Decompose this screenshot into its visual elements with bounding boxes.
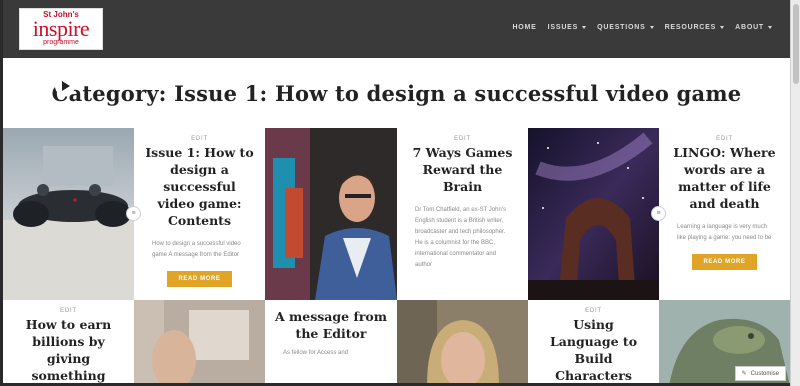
post-excerpt: Dr Tom Chatfield, an ex-ST John's Englis… bbox=[415, 207, 506, 268]
nav-resources-label: RESOURCES bbox=[664, 24, 717, 31]
chevron-down-icon bbox=[582, 26, 587, 29]
post-card: EDIT 7 Ways Games Reward the Brain Dr To… bbox=[397, 128, 528, 300]
format-glyph: ≡ bbox=[131, 210, 136, 217]
post-title[interactable]: 7 Ways Games Reward the Brain bbox=[397, 144, 528, 195]
read-more-button[interactable]: READ MORE bbox=[692, 254, 757, 270]
post-excerpt: Learning a language is very much like pl… bbox=[677, 224, 772, 241]
site-header: St John's inspire programme HOME ISSUES … bbox=[3, 0, 790, 58]
nav-issues-label: ISSUES bbox=[547, 24, 579, 31]
post-thumbnail-hands[interactable] bbox=[134, 300, 265, 386]
nav-resources[interactable]: RESOURCES bbox=[665, 24, 725, 31]
post-thumbnail-speaker[interactable] bbox=[265, 128, 397, 300]
post-card: EDIT Using Language to Build Characters bbox=[528, 300, 659, 386]
main-nav: HOME ISSUES QUESTIONS RESOURCES ABOUT bbox=[512, 24, 772, 31]
chevron-down-icon bbox=[768, 26, 772, 29]
vertical-scrollbar[interactable] bbox=[790, 0, 800, 386]
play-icon[interactable] bbox=[55, 76, 75, 96]
nav-questions-label: QUESTIONS bbox=[597, 24, 646, 31]
customize-button[interactable]: ✎ Customise bbox=[734, 366, 786, 381]
pencil-icon: ✎ bbox=[741, 371, 747, 377]
logo-line-2: inspire bbox=[32, 16, 90, 41]
post-title[interactable]: A message from the Editor bbox=[265, 308, 397, 342]
game-controller-image bbox=[3, 128, 134, 300]
read-more-button[interactable]: READ MORE bbox=[167, 271, 232, 287]
format-icon: ≡ bbox=[126, 206, 141, 221]
hands-image bbox=[134, 300, 265, 386]
play-triangle bbox=[62, 81, 70, 91]
post-thumbnail-game-controller[interactable] bbox=[3, 128, 134, 300]
nav-issues[interactable]: ISSUES bbox=[547, 24, 587, 31]
post-excerpt: As fellow for Access and bbox=[283, 350, 349, 356]
post-thumbnail-night-sky[interactable] bbox=[528, 128, 659, 300]
post-thumbnail-portrait[interactable] bbox=[397, 300, 528, 386]
format-glyph: ≡ bbox=[656, 210, 661, 217]
window-frame-left bbox=[0, 0, 3, 386]
page-title: Category: Issue 1: How to design a succe… bbox=[51, 80, 742, 106]
post-excerpt: How to design a successful video game A … bbox=[152, 241, 241, 258]
chevron-down-icon bbox=[649, 26, 654, 29]
portrait-image bbox=[397, 300, 528, 386]
edit-link[interactable]: EDIT bbox=[659, 136, 790, 142]
post-card: EDIT Issue 1: How to design a successful… bbox=[134, 128, 265, 300]
post-card: EDIT LINGO: Where words are a matter of … bbox=[659, 128, 790, 300]
nav-questions[interactable]: QUESTIONS bbox=[597, 24, 654, 31]
post-title[interactable]: LINGO: Where words are a matter of life … bbox=[659, 144, 790, 212]
nav-about-label: ABOUT bbox=[735, 24, 764, 31]
chevron-down-icon bbox=[720, 26, 725, 29]
speaker-image bbox=[265, 128, 397, 300]
post-title[interactable]: Issue 1: How to design a successful vide… bbox=[134, 144, 265, 229]
edit-link[interactable]: EDIT bbox=[3, 308, 134, 314]
edit-link[interactable]: EDIT bbox=[134, 136, 265, 142]
page-heading: Category: Issue 1: How to design a succe… bbox=[3, 58, 790, 128]
format-icon: ≡ bbox=[651, 206, 666, 221]
site-logo[interactable]: St John's inspire programme bbox=[19, 8, 103, 50]
post-card: EDIT How to earn billions by giving some… bbox=[3, 300, 134, 386]
post-title[interactable]: Using Language to Build Characters bbox=[528, 316, 659, 384]
nav-home-label: HOME bbox=[512, 24, 537, 31]
nav-home[interactable]: HOME bbox=[512, 24, 536, 31]
edit-link[interactable]: EDIT bbox=[397, 136, 528, 142]
customize-label: Customise bbox=[750, 370, 779, 377]
edit-link[interactable]: EDIT bbox=[528, 308, 659, 314]
nav-about[interactable]: ABOUT bbox=[735, 24, 772, 31]
night-sky-arch-image bbox=[528, 128, 659, 300]
scrollbar-thumb[interactable] bbox=[793, 4, 799, 84]
post-title[interactable]: How to earn billions by giving something bbox=[3, 316, 134, 384]
post-card: A message from the Editor As fellow for … bbox=[265, 300, 397, 386]
